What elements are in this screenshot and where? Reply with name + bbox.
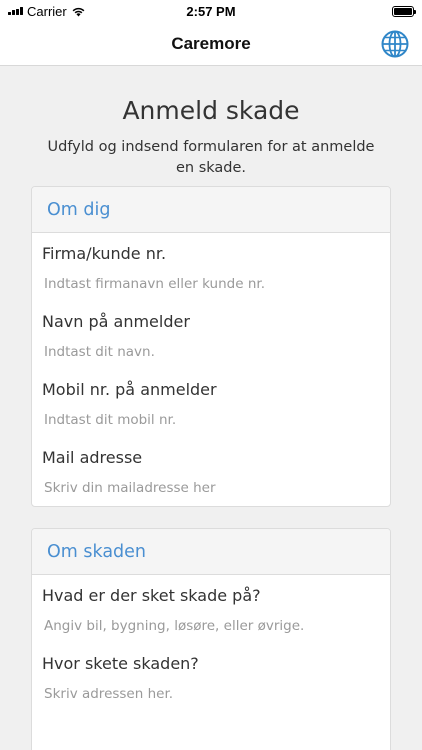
about-damage-card: Om skaden Hvad er der sket skade på? Hvo…: [31, 528, 391, 750]
signal-icon: [8, 7, 23, 15]
damaged-item-field: Hvad er der sket skade på?: [32, 575, 390, 643]
email-field: Mail adresse: [32, 437, 390, 505]
navigation-bar: Caremore: [0, 22, 422, 66]
mobile-number-label: Mobil nr. på anmelder: [42, 380, 217, 399]
customer-number-label: Firma/kunde nr.: [42, 244, 167, 263]
page-title: Anmeld skade: [122, 96, 300, 125]
email-label: Mail adresse: [42, 448, 143, 467]
report-damage-form: Anmeld skade Udfyld og indsend formulare…: [0, 66, 422, 750]
damage-location-input[interactable]: [42, 677, 372, 711]
carrier-label: Carrier: [27, 3, 67, 19]
status-time: 2:57 PM: [186, 3, 236, 19]
about-damage-header: Om skaden: [32, 529, 390, 575]
battery-icon: [391, 5, 416, 17]
status-right: [274, 5, 416, 17]
about-you-card: Om dig Firma/kunde nr. Navn på anmelder …: [31, 186, 391, 507]
reporter-name-input[interactable]: [42, 335, 372, 369]
page-subtitle: Udfyld og indsend formularen for at anme…: [47, 139, 375, 176]
reporter-name-field: Navn på anmelder: [32, 301, 390, 369]
reporter-name-label: Navn på anmelder: [42, 312, 190, 331]
customer-number-field: Firma/kunde nr.: [32, 233, 390, 301]
damage-location-label: Hvor skete skaden?: [42, 654, 199, 673]
status-left: Carrier: [8, 4, 148, 19]
email-input[interactable]: [42, 471, 372, 505]
damaged-item-input[interactable]: [42, 609, 372, 643]
damage-location-field: Hvor skete skaden?: [32, 643, 390, 711]
mobile-number-field: Mobil nr. på anmelder: [32, 369, 390, 437]
mobile-number-input[interactable]: [42, 403, 372, 437]
app-title: Caremore: [171, 33, 251, 53]
about-you-header: Om dig: [32, 187, 390, 233]
damaged-item-label: Hvad er der sket skade på?: [42, 586, 261, 605]
wifi-icon: [72, 7, 85, 16]
globe-icon[interactable]: [380, 29, 410, 59]
status-bar: Carrier 2:57 PM: [0, 0, 422, 22]
customer-number-input[interactable]: [42, 267, 372, 301]
